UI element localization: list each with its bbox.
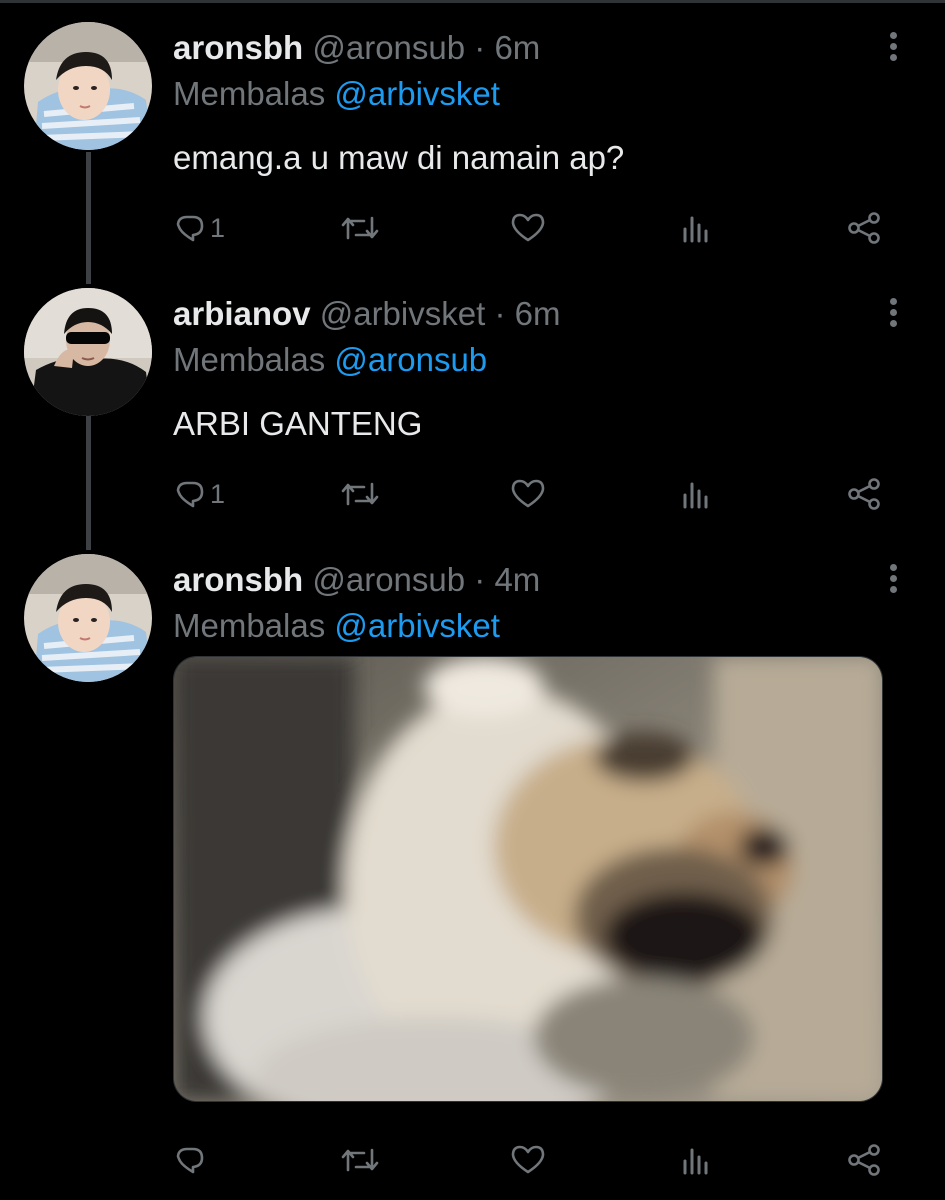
tweet-header: aronsbh @aronsub · 6m (173, 28, 540, 68)
timestamp[interactable]: · 4m (474, 561, 540, 598)
retweet-icon (341, 216, 379, 240)
more-vertical-icon (889, 563, 897, 571)
share-button[interactable] (846, 206, 882, 250)
views-button[interactable] (680, 1138, 714, 1182)
retweet-button[interactable] (340, 472, 380, 516)
display-name[interactable]: arbianov (173, 295, 311, 332)
tweet[interactable]: arbianov @arbivsket · 6m Membalas @arons… (0, 266, 945, 536)
heart-icon (511, 213, 545, 242)
action-bar: 1 (170, 472, 910, 516)
display-name[interactable]: aronsbh (173, 561, 303, 598)
like-button[interactable] (510, 206, 546, 250)
views-button[interactable] (680, 206, 714, 250)
views-button[interactable] (680, 472, 714, 516)
views-icon (683, 1148, 708, 1175)
reply-icon (176, 481, 204, 508)
retweet-icon (341, 1148, 379, 1172)
retweet-button[interactable] (340, 1138, 380, 1182)
reply-prefix: Membalas (173, 341, 326, 378)
reply-icon (176, 215, 204, 242)
tweet-media-image[interactable] (173, 656, 883, 1102)
display-name[interactable]: aronsbh (173, 29, 303, 66)
retweet-button[interactable] (340, 206, 380, 250)
retweet-icon (341, 482, 379, 506)
views-icon (683, 482, 708, 509)
reply-button[interactable]: 1 (174, 206, 225, 250)
tweet[interactable]: aronsbh @aronsub · 4m Membalas @arbivske… (0, 532, 945, 1200)
tweet[interactable]: aronsbh @aronsub · 6m Membalas @arbivske… (0, 0, 945, 270)
more-options-button[interactable] (878, 558, 908, 598)
views-icon (683, 216, 708, 243)
tweet-text: emang.a u maw di namain ap? (173, 139, 625, 176)
reply-context: Membalas @arbivsket (173, 74, 500, 114)
reply-prefix: Membalas (173, 75, 326, 112)
action-bar: 1 (170, 206, 910, 250)
handle[interactable]: @aronsub (312, 29, 465, 66)
share-icon (848, 212, 880, 244)
reply-count: 1 (210, 212, 226, 243)
share-button[interactable] (846, 1138, 882, 1182)
tweet-header: aronsbh @aronsub · 4m (173, 560, 540, 600)
heart-icon (511, 479, 545, 508)
handle[interactable]: @aronsub (312, 561, 465, 598)
share-icon (848, 478, 880, 510)
action-bar (170, 1138, 910, 1182)
tweet-header: arbianov @arbivsket · 6m (173, 294, 560, 334)
reply-count: 1 (210, 478, 226, 509)
reply-icon (176, 1147, 204, 1174)
avatar[interactable] (24, 554, 152, 682)
avatar[interactable] (24, 288, 152, 416)
timestamp[interactable]: · 6m (474, 29, 540, 66)
avatar[interactable] (24, 22, 152, 150)
reply-mention[interactable]: @arbivsket (334, 75, 500, 112)
reply-context: Membalas @arbivsket (173, 606, 500, 646)
reply-button[interactable] (174, 1138, 206, 1182)
more-options-button[interactable] (878, 292, 908, 332)
timestamp[interactable]: · 6m (494, 295, 560, 332)
like-button[interactable] (510, 472, 546, 516)
reply-button[interactable]: 1 (174, 472, 225, 516)
more-vertical-icon (889, 297, 897, 305)
more-options-button[interactable] (878, 26, 908, 66)
reply-mention[interactable]: @arbivsket (334, 607, 500, 644)
reply-prefix: Membalas (173, 607, 326, 644)
more-vertical-icon (889, 31, 897, 39)
reply-mention[interactable]: @aronsub (334, 341, 487, 378)
heart-icon (511, 1145, 545, 1174)
handle[interactable]: @arbivsket (320, 295, 486, 332)
like-button[interactable] (510, 1138, 546, 1182)
share-icon (848, 1144, 880, 1176)
tweet-text: ARBI GANTENG (173, 405, 423, 442)
share-button[interactable] (846, 472, 882, 516)
reply-context: Membalas @aronsub (173, 340, 487, 380)
